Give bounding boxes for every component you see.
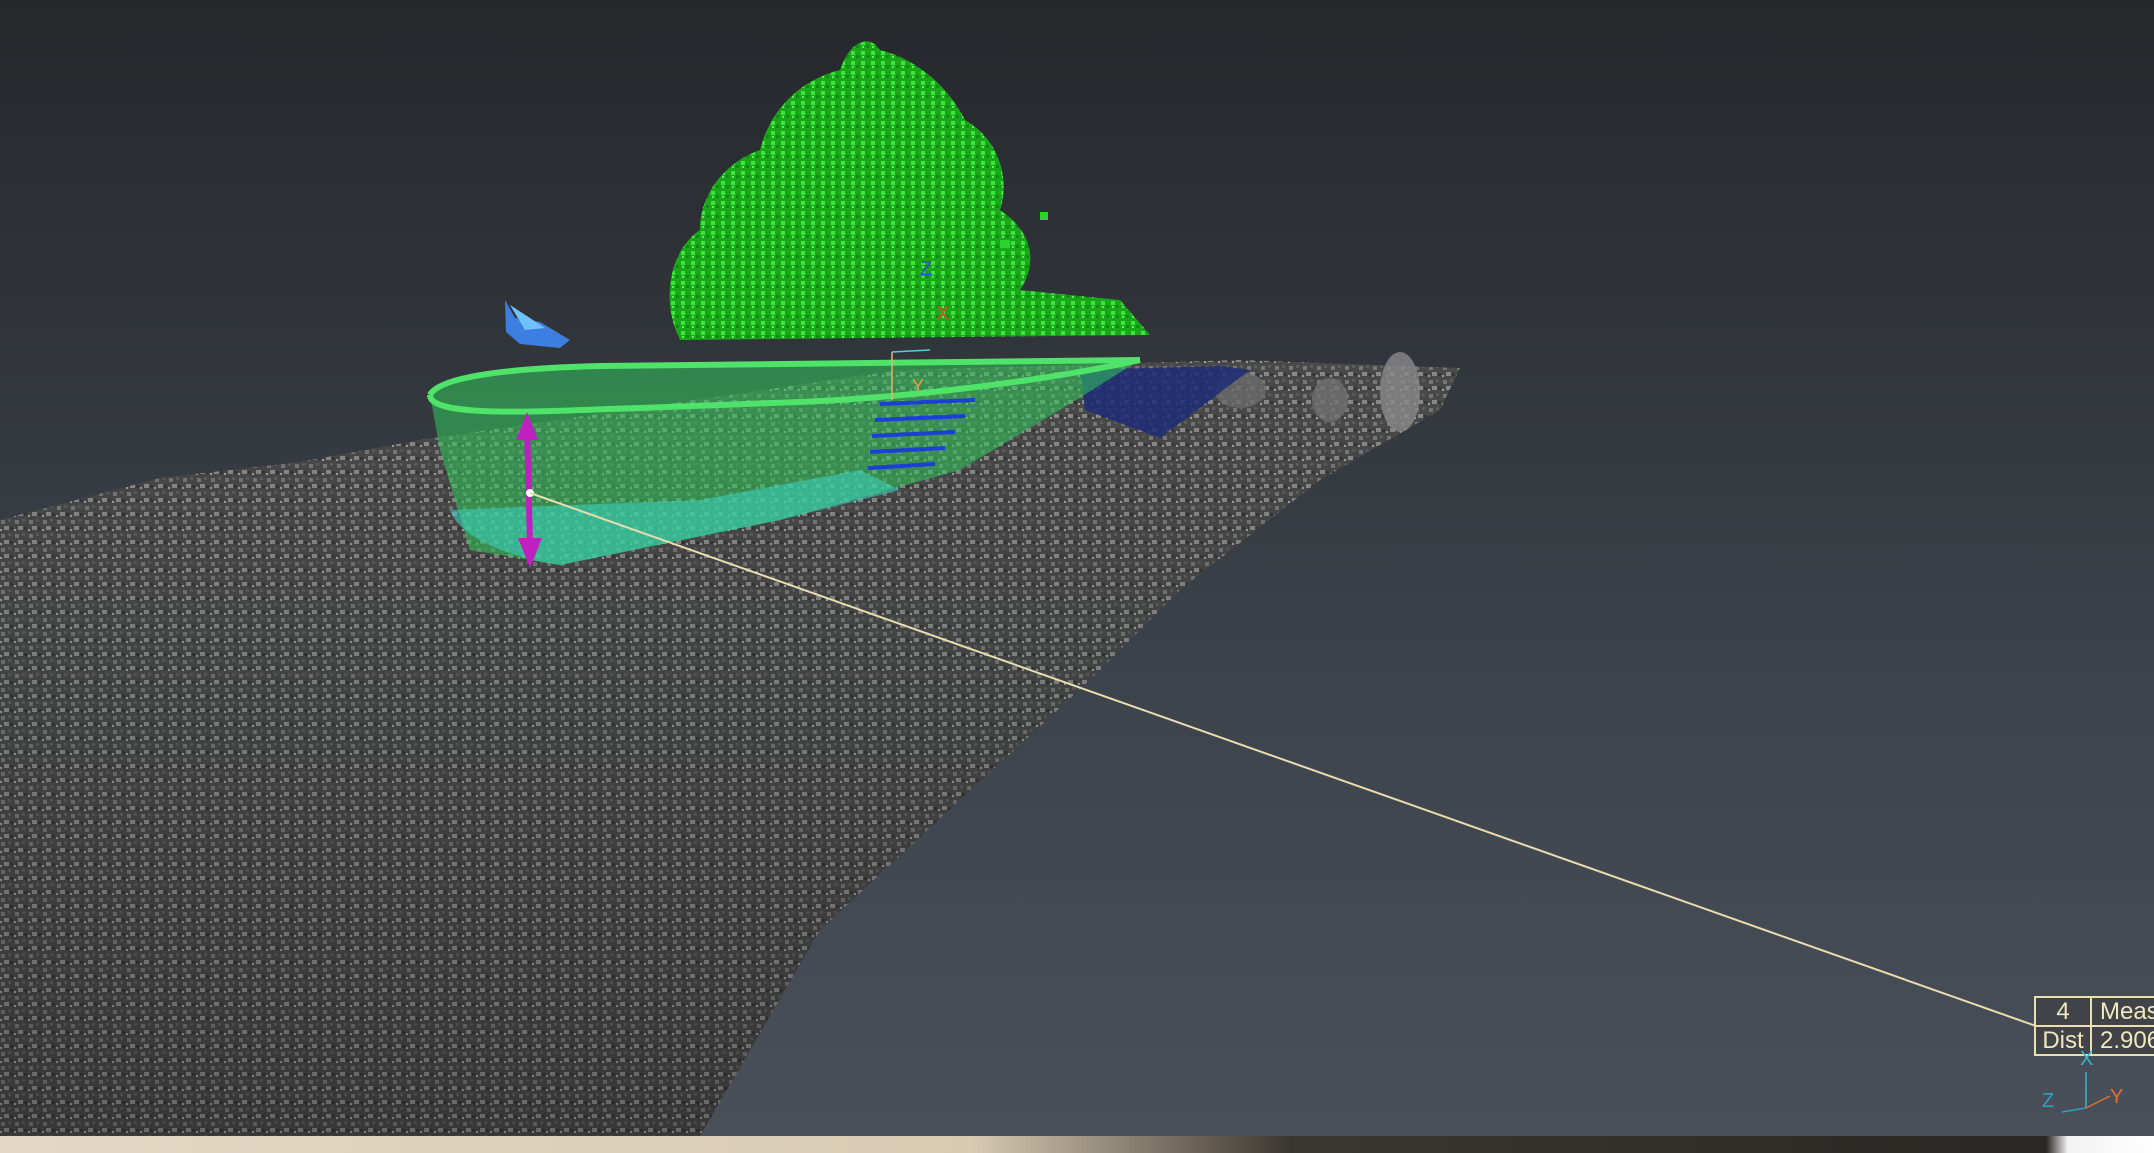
3d-viewport[interactable]: Z X Y 4 Meas Dist 2.906 X Y Z (0, 0, 2154, 1136)
gizmo-z-label: Z (920, 258, 932, 280)
axis-x-label: X (2080, 1048, 2094, 1070)
measurement-id: 4 (2036, 998, 2092, 1025)
axis-y-label: Y (2110, 1086, 2124, 1108)
axis-z-label: Z (2042, 1090, 2055, 1112)
measurement-label[interactable]: 4 Meas Dist 2.906 (2034, 996, 2154, 1056)
tree-point-cloud[interactable] (669, 41, 1150, 341)
blue-scanned-object (505, 300, 570, 348)
orientation-axis-widget: X Y Z (2030, 1048, 2154, 1136)
gizmo-y-label: Y (912, 376, 924, 396)
bottom-panel-strip (0, 1136, 2154, 1153)
gizmo-x-label: X (936, 303, 949, 325)
measurement-title: Meas (2100, 998, 2154, 1025)
point-cloud-scene[interactable]: Z X Y (0, 0, 2154, 1136)
